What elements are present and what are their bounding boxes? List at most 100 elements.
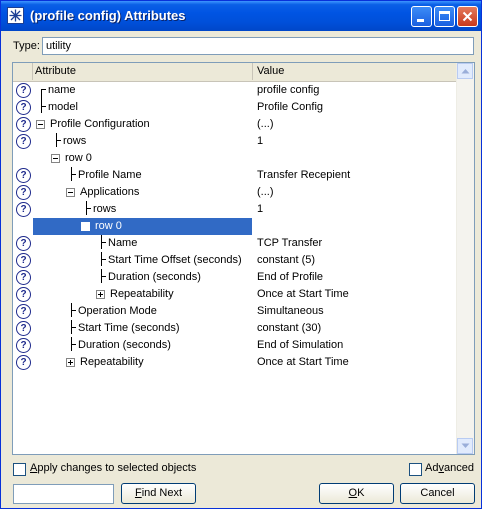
scroll-down-button[interactable] [457,438,473,454]
find-input[interactable] [13,484,114,504]
value-cell[interactable]: End of Simulation [257,339,343,351]
value-cell[interactable]: End of Profile [257,271,323,283]
help-icon[interactable]: ? [16,253,31,268]
help-icon[interactable]: ? [16,202,31,217]
value-cell[interactable]: 1 [257,135,263,147]
attribute-cell[interactable]: model [33,99,252,116]
attribute-label: Repeatability [80,356,144,368]
table-row[interactable]: ? Applications (...) [13,184,457,201]
table-row[interactable]: ? name profile config [13,82,457,99]
tree-branch-line [41,106,46,107]
value-cell[interactable]: Transfer Recepient [257,169,350,181]
attribute-label: Repeatability [110,288,174,300]
column-header-attribute[interactable]: Attribute [35,65,76,77]
help-icon[interactable]: ? [16,168,31,183]
collapse-icon[interactable] [51,154,60,163]
table-row[interactable]: ? Duration (seconds) End of Simulation [13,337,457,354]
value-cell[interactable]: Once at Start Time [257,356,349,368]
expand-icon[interactable] [96,290,105,299]
tree-branch-line [71,327,76,328]
table-row[interactable]: ? Start Time Offset (seconds) constant (5) [13,252,457,269]
header-spacer [13,63,33,80]
column-header-value[interactable]: Value [257,65,284,77]
collapse-icon[interactable] [36,120,45,129]
ok-button[interactable]: OK [319,483,394,504]
grid-rows: ? name profile config? model Profile Config?… [13,82,457,371]
table-row[interactable]: ? Start Time (seconds) constant (30) [13,320,457,337]
close-button[interactable] [457,6,478,27]
attribute-cell[interactable]: rows [33,133,252,150]
apply-changes-label-rest: pply changes to selected objects [37,462,197,474]
help-icon[interactable]: ? [16,321,31,336]
column-divider[interactable] [252,63,253,80]
table-row[interactable]: ? Repeatability Once at Start Time [13,286,457,303]
attribute-cell[interactable]: row 0 [33,150,252,167]
attribute-cell[interactable]: rows [33,201,252,218]
table-row[interactable]: ? Profile Name Transfer Recepient [13,167,457,184]
value-cell[interactable]: constant (5) [257,254,315,266]
attribute-cell[interactable]: row 0 [33,218,252,235]
attribute-cell[interactable]: Duration (seconds) [33,337,252,354]
attribute-label: row 0 [65,152,92,164]
table-row[interactable]: ? Name TCP Transfer [13,235,457,252]
help-icon[interactable]: ? [16,117,31,132]
table-row[interactable]: ? rows 1 [13,201,457,218]
help-icon[interactable]: ? [16,236,31,251]
help-icon[interactable]: ? [16,83,31,98]
help-icon[interactable]: ? [16,270,31,285]
table-row[interactable]: ? model Profile Config [13,99,457,116]
apply-changes-label[interactable]: Apply changes to selected objects [30,462,196,474]
attribute-cell[interactable]: name [33,82,252,99]
attribute-cell[interactable]: Applications [33,184,252,201]
attribute-cell[interactable]: Start Time Offset (seconds) [33,252,252,269]
help-icon[interactable]: ? [16,338,31,353]
attribute-cell[interactable]: Repeatability [33,286,252,303]
type-field[interactable]: utility [42,37,474,55]
value-cell[interactable]: (...) [257,186,274,198]
cancel-button[interactable]: Cancel [400,483,475,504]
table-row[interactable]: ? Duration (seconds) End of Profile [13,269,457,286]
table-row[interactable]: ? Operation Mode Simultaneous [13,303,457,320]
value-cell[interactable]: profile config [257,84,319,96]
advanced-checkbox[interactable] [409,463,422,476]
value-cell[interactable]: 1 [257,203,263,215]
collapse-icon[interactable] [66,188,75,197]
value-cell[interactable]: Profile Config [257,101,323,113]
attribute-cell[interactable]: Profile Configuration [33,116,252,133]
table-row[interactable]: row 0 [13,218,457,235]
value-cell[interactable]: TCP Transfer [257,237,322,249]
help-icon[interactable]: ? [16,304,31,319]
help-icon[interactable]: ? [16,134,31,149]
advanced-label[interactable]: Advanced [425,462,474,474]
title-bar[interactable]: (profile config) Attributes [1,1,481,31]
table-row[interactable]: ? Repeatability Once at Start Time [13,354,457,371]
value-cell[interactable]: (...) [257,118,274,130]
help-icon[interactable]: ? [16,185,31,200]
value-cell[interactable]: Once at Start Time [257,288,349,300]
maximize-button[interactable] [434,6,455,27]
table-row[interactable]: ? Profile Configuration (...) [13,116,457,133]
value-cell[interactable]: Simultaneous [257,305,324,317]
help-icon[interactable]: ? [16,355,31,370]
scroll-up-button[interactable] [457,63,473,79]
find-next-button[interactable]: Find Next [121,483,196,504]
minimize-icon [417,19,424,22]
apply-changes-checkbox[interactable] [13,463,26,476]
expand-icon[interactable] [66,358,75,367]
collapse-icon[interactable] [81,222,90,231]
attribute-cell[interactable]: Start Time (seconds) [33,320,252,337]
attribute-cell[interactable]: Operation Mode [33,303,252,320]
minimize-button[interactable] [411,6,432,27]
help-icon[interactable]: ? [16,100,31,115]
attribute-cell[interactable]: Profile Name [33,167,252,184]
vertical-scrollbar[interactable] [456,63,474,454]
attribute-cell[interactable]: Name [33,235,252,252]
value-cell[interactable]: constant (30) [257,322,321,334]
table-row[interactable]: row 0 [13,150,457,167]
table-row[interactable]: ? rows 1 [13,133,457,150]
advanced-label-rest: anced [443,462,474,474]
attribute-cell[interactable]: Duration (seconds) [33,269,252,286]
attribute-cell[interactable]: Repeatability [33,354,252,371]
attribute-label: Profile Name [78,169,142,181]
help-icon[interactable]: ? [16,287,31,302]
